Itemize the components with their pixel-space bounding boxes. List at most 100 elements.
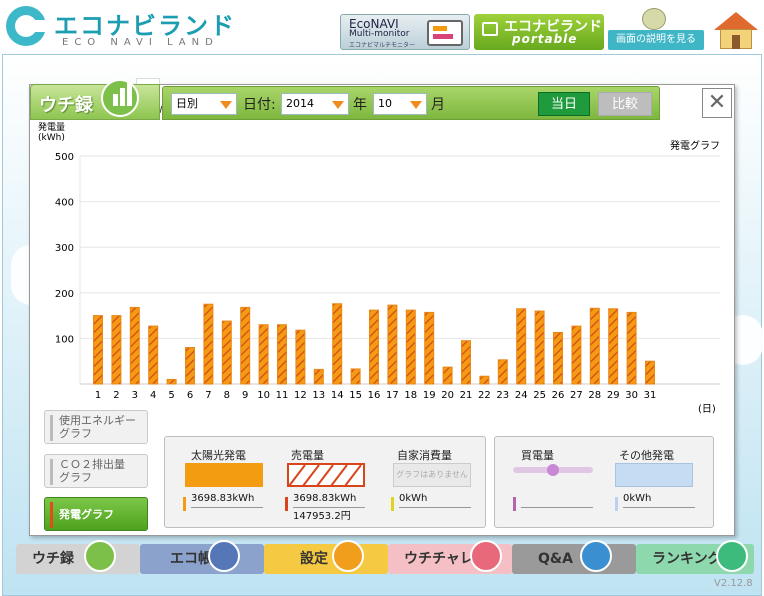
month-select-value: 10 <box>378 97 392 110</box>
power-generation-graph-button[interactable]: 発電グラフ <box>44 497 148 531</box>
nav-uchiroku-label: ウチ録 <box>32 551 74 567</box>
bar-day-4 <box>148 325 159 385</box>
close-icon[interactable]: ✕ <box>702 88 732 118</box>
bar-day-16 <box>369 309 379 385</box>
nav-qa[interactable]: Q&A <box>512 540 636 574</box>
logo-subtext: ECO NAVI LAND <box>62 37 219 48</box>
bar-day-8 <box>221 320 232 385</box>
legend-self-marker <box>391 497 394 511</box>
compare-button[interactable]: 比較 <box>598 92 652 116</box>
nav-ecocho[interactable]: エコ帳 <box>140 540 264 574</box>
legend-sold-value: 3698.83kWh <box>293 493 357 504</box>
legend-solar-swatch <box>185 463 263 487</box>
x-tick-label: 25 <box>533 390 546 401</box>
bar-day-9 <box>240 306 251 385</box>
x-tick-label: 29 <box>607 390 620 401</box>
home-house-icon[interactable] <box>712 10 758 50</box>
nav-uchichare[interactable]: ウチチャレ <box>388 540 512 574</box>
top-bar: エコナビランド ECO NAVI LAND EcoNAVI Multi-moni… <box>0 0 764 54</box>
econavi-multimonitor-button[interactable]: EcoNAVI Multi-monitor エコナビマルチモニター <box>340 14 470 50</box>
nav-ecocho-label: エコ帳 <box>170 551 212 567</box>
mode-select-value: 日別 <box>176 97 198 110</box>
legend-buy-label: 買電量 <box>521 449 554 462</box>
legend-sold-yen: 147953.2円 <box>293 511 351 522</box>
portable-button[interactable]: エコナビランド portable <box>474 14 604 50</box>
bar-day-12 <box>295 329 306 385</box>
bar-day-3 <box>129 306 140 385</box>
legend-sold-label: 売電量 <box>291 449 324 462</box>
portable-subtitle: portable <box>512 32 578 46</box>
energy-usage-graph-button[interactable]: 使用エネルギー グラフ <box>44 410 148 444</box>
legend-other-swatch <box>615 463 693 487</box>
chevron-down-icon <box>220 101 232 109</box>
notebook-icon <box>208 540 240 572</box>
x-tick-label: 17 <box>386 390 399 401</box>
econavi-subtitle: Multi-monitor <box>349 29 410 39</box>
co2-emission-graph-button[interactable]: ＣＯ２排出量 グラフ <box>44 454 148 488</box>
x-tick-label: 31 <box>644 390 657 401</box>
legend-buy-slider-knob <box>547 464 559 476</box>
y-tick-label: 300 <box>55 243 74 254</box>
bar-day-22 <box>479 375 490 385</box>
tab-uchiroku[interactable]: ウチ録 <box>30 79 160 120</box>
legend-solar-label: 太陽光発電 <box>191 449 246 462</box>
x-tick-label: 30 <box>625 390 638 401</box>
legend-solar-marker <box>183 497 186 511</box>
x-tick-label: 2 <box>113 390 119 401</box>
x-tick-label: 19 <box>423 390 436 401</box>
legend-buy-marker <box>513 497 516 511</box>
help-button[interactable]: 画面の説明を見る <box>608 30 704 50</box>
help-character-icon <box>642 8 666 30</box>
x-tick-label: 15 <box>349 390 362 401</box>
bar-day-5 <box>166 378 177 385</box>
bar-day-15 <box>350 368 361 385</box>
x-tick-label: 22 <box>478 390 491 401</box>
legend-solar-value: 3698.83kWh <box>191 493 255 504</box>
chevron-down-icon <box>410 101 422 109</box>
bar-day-7 <box>203 303 214 385</box>
bar-day-30 <box>626 311 637 385</box>
logo-mark-icon <box>6 6 50 46</box>
x-tick-label: 6 <box>187 390 193 401</box>
nav-settings[interactable]: 設定 <box>264 540 388 574</box>
bar-chart-icon <box>101 79 139 117</box>
legend-sold-marker <box>285 497 288 511</box>
month-label: 月 <box>431 97 445 113</box>
question-icon <box>580 540 612 572</box>
year-label: 年 <box>353 97 367 113</box>
legend-other-marker <box>615 497 618 511</box>
x-tick-label: 20 <box>441 390 454 401</box>
x-tick-label: 10 <box>257 390 270 401</box>
bar-day-24 <box>516 308 527 385</box>
today-button[interactable]: 当日 <box>538 92 590 116</box>
x-tick-label: 11 <box>276 390 289 401</box>
tab-uchiroku-label: ウチ録 <box>39 95 93 116</box>
nav-uchiroku[interactable]: ウチ録 <box>16 540 140 574</box>
x-tick-label: 8 <box>224 390 230 401</box>
bar-day-6 <box>185 347 195 385</box>
chevron-down-icon <box>332 101 344 109</box>
bar-day-1 <box>93 315 103 385</box>
bar-day-31 <box>645 360 655 385</box>
x-tick-label: 16 <box>368 390 381 401</box>
year-select-value: 2014 <box>286 97 314 110</box>
legend-self-value: 0kWh <box>399 493 428 504</box>
x-tick-label: 24 <box>515 390 528 401</box>
nav-uchichare-label: ウチチャレ <box>404 551 474 567</box>
mode-select[interactable]: 日別 <box>171 93 237 115</box>
x-tick-label: 21 <box>460 390 473 401</box>
nav-ranking[interactable]: ランキング <box>636 540 754 574</box>
x-tick-label: 26 <box>552 390 565 401</box>
x-tick-label: 5 <box>168 390 174 401</box>
bar-day-13 <box>313 368 324 385</box>
bar-day-20 <box>442 366 453 385</box>
bar-day-10 <box>258 324 269 385</box>
monitor-device-icon <box>427 20 463 46</box>
logo-text: エコナビランド <box>54 12 236 40</box>
bar-chart-icon <box>84 540 116 572</box>
bar-day-29 <box>608 308 619 385</box>
year-select[interactable]: 2014 <box>281 93 349 115</box>
nav-settings-label: 設定 <box>300 551 328 567</box>
month-select[interactable]: 10 <box>373 93 427 115</box>
x-tick-label: 9 <box>242 390 248 401</box>
